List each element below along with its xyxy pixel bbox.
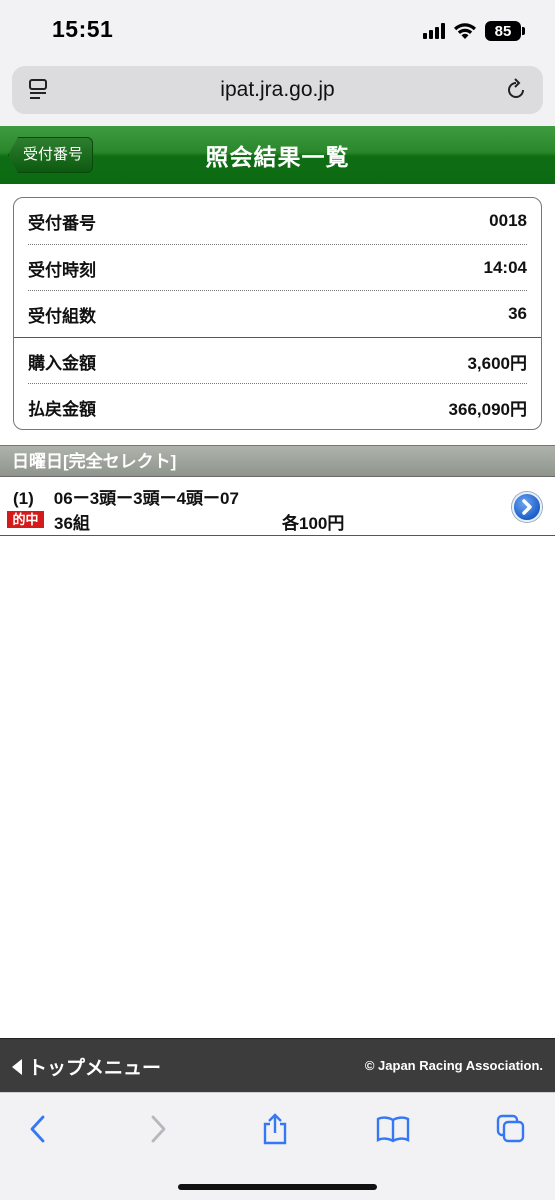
- home-indicator: [178, 1184, 377, 1190]
- summary-row-receipt-number: 受付番号 0018: [28, 198, 527, 244]
- summary-label: 受付番号: [28, 213, 96, 233]
- result-row[interactable]: (1) 06ー3頭ー3頭ー4頭ー07 的中 36組 各100円: [0, 478, 555, 536]
- summary-label: 受付時刻: [28, 260, 96, 280]
- top-menu-label: トップメニュー: [28, 1058, 162, 1079]
- chevron-left-icon: [30, 1115, 45, 1143]
- status-bar: 15:51 85: [0, 0, 555, 62]
- footer-bar: トップメニュー © Japan Racing Association.: [0, 1038, 555, 1092]
- summary-value: 0018: [489, 211, 527, 230]
- summary-label: 払戻金額: [28, 399, 96, 419]
- battery-icon: 85: [485, 21, 525, 41]
- book-icon: [376, 1116, 410, 1143]
- summary-value: 3,600円: [467, 353, 527, 373]
- page-header: 受付番号 照会結果一覧: [0, 126, 555, 184]
- summary-value: 36: [508, 304, 527, 323]
- bookmarks-button[interactable]: [375, 1111, 411, 1147]
- summary-value: 14:04: [483, 258, 527, 277]
- reload-icon[interactable]: [503, 76, 529, 104]
- share-button[interactable]: [257, 1111, 293, 1147]
- summary-row-combo-count: 受付組数 36: [28, 291, 527, 337]
- hit-badge: 的中: [7, 511, 44, 528]
- triangle-left-icon: [12, 1058, 22, 1075]
- detail-arrow-button[interactable]: [512, 492, 542, 522]
- page-title: 照会結果一覧: [205, 144, 350, 170]
- tabs-icon: [496, 1114, 525, 1143]
- chevron-right-icon: [522, 499, 532, 515]
- browser-chrome: ipat.jra.go.jp: [0, 62, 555, 126]
- tabs-button[interactable]: [493, 1111, 529, 1147]
- wifi-icon: [454, 23, 476, 39]
- share-icon: [263, 1113, 287, 1145]
- address-bar[interactable]: ipat.jra.go.jp: [12, 66, 543, 114]
- url-text: ipat.jra.go.jp: [220, 78, 335, 101]
- summary-label: 購入金額: [28, 353, 96, 373]
- chevron-right-icon: [151, 1115, 166, 1143]
- browser-back-button[interactable]: [20, 1111, 56, 1147]
- status-icons: 85: [423, 18, 525, 44]
- summary-row-payout-amount: 払戻金額 366,090円: [28, 384, 527, 430]
- summary-box: 受付番号 0018 受付時刻 14:04 受付組数 36 購入金額 3,600円…: [13, 197, 542, 430]
- top-menu-link[interactable]: トップメニュー: [12, 1053, 161, 1080]
- summary-row-receipt-time: 受付時刻 14:04: [28, 245, 527, 291]
- result-selection-line: (1) 06ー3頭ー3頭ー4頭ー07: [13, 484, 239, 509]
- browser-forward-button[interactable]: [140, 1111, 176, 1147]
- summary-label: 受付組数: [28, 306, 96, 326]
- copyright-text: © Japan Racing Association.: [364, 1058, 543, 1073]
- summary-row-purchase-amount: 購入金額 3,600円: [28, 338, 527, 384]
- result-selection: 06ー3頭ー3頭ー4頭ー07: [53, 489, 239, 508]
- section-header: 日曜日[完全セレクト]: [0, 445, 555, 477]
- cellular-signal-icon: [423, 23, 445, 39]
- result-each-amount: 各100円: [282, 514, 345, 533]
- status-time: 15:51: [52, 16, 114, 42]
- result-index: (1): [13, 489, 34, 508]
- result-combos: 36組: [54, 514, 90, 533]
- summary-value: 366,090円: [448, 399, 527, 419]
